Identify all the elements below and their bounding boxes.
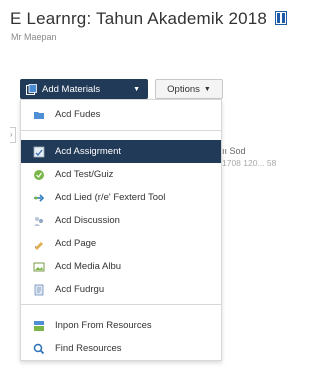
discussion-icon [34, 216, 43, 226]
menu-divider [21, 130, 221, 131]
menu-item-label: Acd Fudes [55, 109, 101, 120]
sidebar-toggle[interactable]: › [10, 127, 16, 143]
page-title-text: E Learnrg: Tahun Akademik 2018 [10, 9, 268, 28]
menu-item-label: Inpon From Resources [55, 320, 152, 331]
menu-item-add-link[interactable]: Acd Lied (r/e' Fexterd Tool [21, 186, 221, 209]
menu-item-label: Find Resources [55, 343, 122, 354]
add-materials-button[interactable]: Add Materials ▼ [20, 79, 148, 99]
page-icon [34, 241, 43, 250]
menu-item-label: Acd Fudrgu [55, 284, 105, 295]
menu-item-add-discussion[interactable]: Acd Discussion [21, 209, 221, 232]
menu-item-label: Acd Lied (r/e' Fexterd Tool [55, 192, 166, 203]
folder-icon [34, 111, 44, 119]
media-album-icon [33, 262, 45, 271]
menu-divider [21, 304, 221, 305]
options-label: Options [167, 83, 200, 95]
menu-item-import-resources[interactable]: Inpon From Resources [21, 314, 221, 337]
menu-item-add-assignment[interactable]: Acd Assigrment [21, 140, 221, 163]
file-icon [34, 284, 44, 295]
background-item-meta: 1708 120... 58 [222, 158, 277, 168]
menu-item-find-resources[interactable]: Find Resources [21, 337, 221, 360]
menu-item-add-folder[interactable]: Acd Fudes [21, 103, 221, 126]
menu-item-label: Acd Test/Guiz [55, 169, 114, 180]
menu-item-add-file[interactable]: Acd Fudrgu [21, 278, 221, 301]
chevron-down-icon: ▼ [133, 85, 140, 93]
menu-item-label: Acd Media Albu [55, 261, 122, 272]
chevron-down-icon: ▼ [203, 85, 211, 93]
add-materials-icon [26, 83, 37, 95]
assignment-icon [33, 146, 45, 157]
menu-item-label: Acd Assigrment [55, 146, 121, 157]
page-title: E Learnrg: Tahun Akademik 2018 [10, 9, 288, 29]
menu-item-add-page[interactable]: Acd Page [21, 232, 221, 255]
find-icon [33, 343, 45, 354]
link-icon [34, 193, 45, 202]
add-materials-label: Add Materials [42, 83, 101, 95]
menu-item-label: Acd Discussion [55, 215, 120, 226]
menu-item-add-test-quiz[interactable]: Acd Test/Guiz [21, 163, 221, 186]
import-icon [34, 320, 44, 331]
menu-item-add-media-album[interactable]: Acd Media Albu [21, 255, 221, 278]
page-subtitle: Mr Maepan [11, 32, 57, 42]
menu-item-label: Acd Page [55, 238, 97, 249]
background-item-title: ıı Sod [222, 146, 246, 156]
options-button[interactable]: Options ▼ [155, 79, 223, 99]
add-materials-menu: Acd Fudes Acd Assigrment Acd Test/Guiz A… [20, 99, 222, 361]
quiz-icon [34, 169, 44, 180]
info-icon[interactable] [275, 11, 288, 25]
